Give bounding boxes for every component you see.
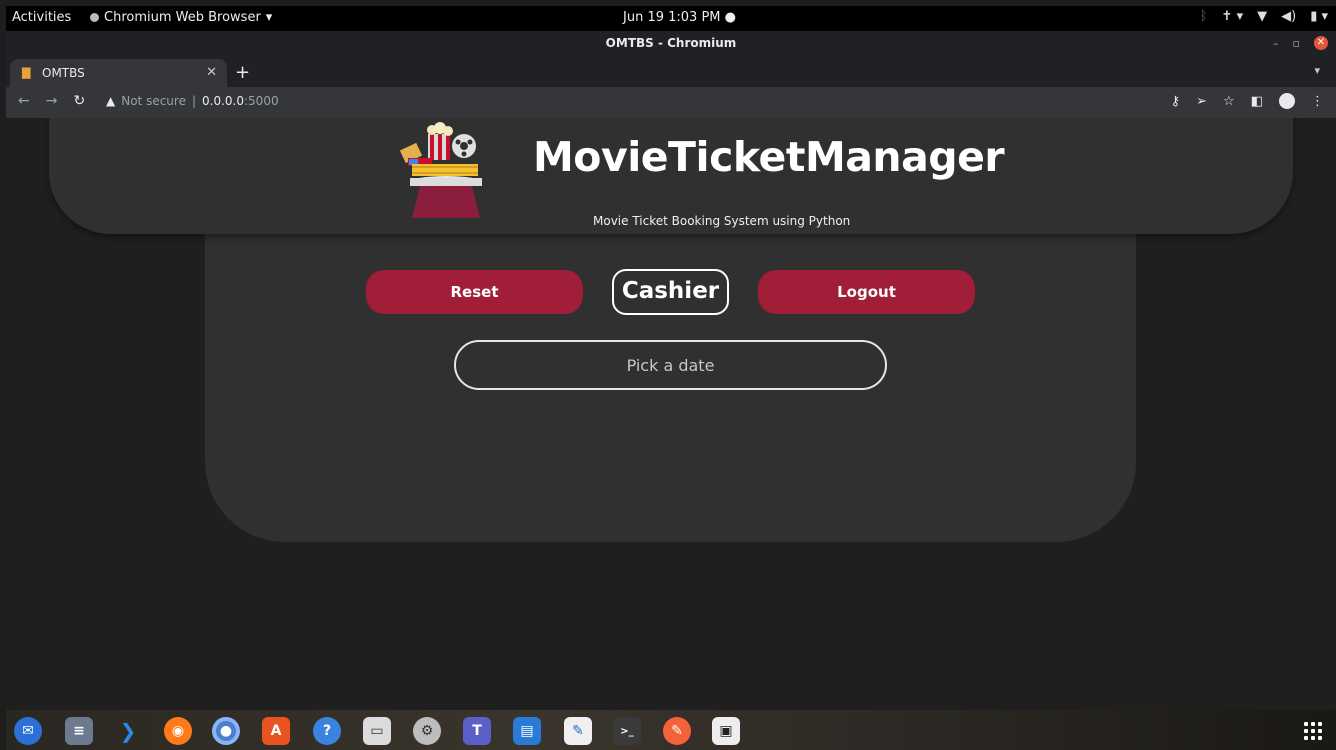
- settings-icon[interactable]: ⚙: [413, 717, 441, 745]
- security-label: Not secure: [121, 94, 186, 108]
- forward-icon[interactable]: →: [46, 93, 58, 109]
- toolbar-actions: ⚷ ➢ ☆ ◧ ⋮: [1171, 93, 1324, 109]
- window-controls: – ▫ ✕: [1273, 36, 1328, 50]
- navigation-buttons: ← → ↻: [18, 93, 85, 109]
- main-card: Reset Cashier Logout: [205, 218, 1136, 542]
- dock: ✉ ≡ ❯ ◉ ● A ? ▭ ⚙ T ▤ ✎ >_ ✎ ▣: [6, 710, 1336, 750]
- chevron-down-icon: ▾: [265, 10, 273, 25]
- libreoffice-writer-icon[interactable]: ▤: [513, 717, 541, 745]
- logout-button[interactable]: Logout: [758, 270, 975, 314]
- help-icon[interactable]: ?: [313, 717, 341, 745]
- notes-icon[interactable]: ✎: [564, 717, 592, 745]
- maximize-icon[interactable]: ▫: [1293, 37, 1300, 50]
- system-tray[interactable]: ᛒ ✝ ▾ ▼ ◀) ▮ ▾: [1200, 9, 1328, 24]
- tab-omtbs[interactable]: ▇ OMTBS ✕: [10, 59, 227, 87]
- page-viewport: MovieTicketManager Movie Ticket Booking …: [6, 118, 1336, 710]
- files-icon[interactable]: ▭: [363, 717, 391, 745]
- profile-avatar-icon[interactable]: [1279, 93, 1295, 109]
- software-center-icon[interactable]: A: [262, 717, 290, 745]
- system-top-bar: Activities Chromium Web Browser ▾ Jun 19…: [6, 6, 1336, 31]
- app-menu-label: Chromium Web Browser: [104, 10, 261, 25]
- firefox-icon[interactable]: ◉: [164, 717, 192, 745]
- thunderbird-icon[interactable]: ✉: [14, 717, 42, 745]
- address-bar[interactable]: ▲ Not secure | 0.0.0.0:5000: [106, 94, 279, 108]
- browser-toolbar: ← → ↻ ▲ Not secure | 0.0.0.0:5000 ⚷ ➢ ☆ …: [6, 87, 1336, 118]
- desktop: Activities Chromium Web Browser ▾ Jun 19…: [0, 0, 1336, 750]
- role-badge: Cashier: [612, 269, 729, 315]
- minimize-icon[interactable]: –: [1273, 37, 1279, 50]
- date-picker-input[interactable]: [454, 340, 887, 390]
- send-icon[interactable]: ➢: [1196, 94, 1207, 109]
- back-icon[interactable]: ←: [18, 93, 30, 109]
- tagline: Movie Ticket Booking System using Python: [593, 214, 851, 228]
- brand-title: MovieTicketManager: [533, 133, 1005, 181]
- url-separator: |: [191, 94, 197, 108]
- menu-kebab-icon[interactable]: ⋮: [1311, 94, 1324, 109]
- tab-search-chevron-icon[interactable]: ▾: [1314, 64, 1320, 77]
- pencil-app-icon[interactable]: ✎: [663, 717, 691, 745]
- activities-button[interactable]: Activities: [12, 10, 71, 25]
- url-host: 0.0.0.0: [202, 94, 244, 108]
- text-editor-icon[interactable]: ≡: [65, 717, 93, 745]
- network-icon[interactable]: ▼: [1257, 9, 1267, 24]
- notification-dot-icon: ●: [724, 10, 736, 25]
- app-menu[interactable]: Chromium Web Browser ▾: [90, 10, 272, 25]
- warning-icon[interactable]: ▲: [106, 94, 115, 108]
- window-title: OMTBS - Chromium: [605, 36, 737, 50]
- reload-icon[interactable]: ↻: [73, 93, 85, 109]
- close-window-icon[interactable]: ✕: [1314, 36, 1328, 50]
- clock[interactable]: Jun 19 1:03 PM ●: [623, 10, 736, 25]
- tab-label: OMTBS: [42, 66, 85, 80]
- close-tab-icon[interactable]: ✕: [206, 65, 217, 80]
- key-icon[interactable]: ⚷: [1171, 94, 1181, 109]
- clock-text: Jun 19 1:03 PM: [623, 10, 721, 25]
- volume-icon[interactable]: ◀): [1281, 9, 1296, 24]
- teams-icon[interactable]: T: [463, 717, 491, 745]
- chromium-small-icon: [90, 13, 99, 22]
- side-panel-icon[interactable]: ◧: [1251, 94, 1263, 109]
- cinema-logo-icon: [399, 122, 482, 218]
- accessibility-icon[interactable]: ✝ ▾: [1222, 9, 1244, 24]
- vscode-icon[interactable]: ❯: [114, 717, 142, 745]
- bookmark-star-icon[interactable]: ☆: [1223, 94, 1235, 109]
- chromium-icon[interactable]: ●: [212, 717, 240, 745]
- show-applications-icon[interactable]: [1304, 722, 1324, 740]
- reset-button[interactable]: Reset: [366, 270, 583, 314]
- bluetooth-icon[interactable]: ᛒ: [1200, 9, 1208, 24]
- header-card: MovieTicketManager Movie Ticket Booking …: [49, 118, 1293, 234]
- new-tab-icon[interactable]: +: [235, 62, 250, 83]
- url-port: :5000: [244, 94, 279, 108]
- terminal-icon[interactable]: >_: [613, 717, 641, 745]
- battery-icon[interactable]: ▮ ▾: [1310, 9, 1328, 24]
- media-player-icon[interactable]: ▣: [712, 717, 740, 745]
- favicon-icon: ▇: [22, 66, 31, 79]
- tab-strip: ▇ OMTBS ✕ + ▾: [6, 57, 1336, 87]
- window-titlebar[interactable]: OMTBS - Chromium – ▫ ✕: [6, 31, 1336, 57]
